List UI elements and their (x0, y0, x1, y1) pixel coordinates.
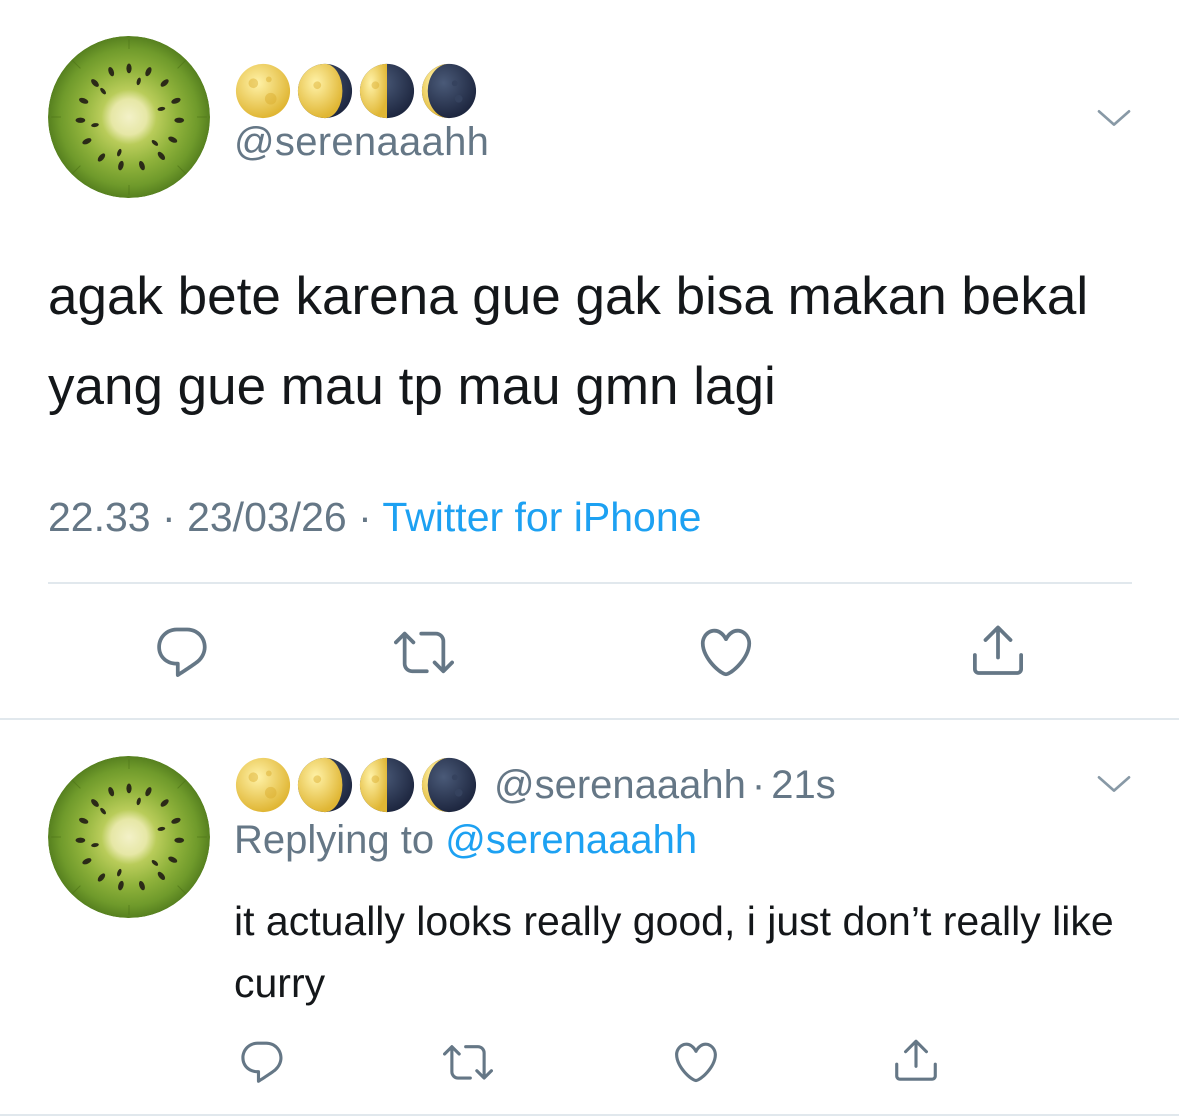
waning-gibbous-moon-icon (296, 62, 354, 120)
replying-to: Replying to @serenaaahh (234, 818, 697, 863)
reply-display-name[interactable] (234, 756, 478, 814)
tweet-text: agak bete karena gue gak bisa makan beka… (48, 267, 1089, 416)
avatar[interactable] (48, 36, 210, 198)
tweet-date[interactable]: 23/03/26 (187, 494, 347, 540)
meta-separator: · (162, 494, 176, 540)
reply-age[interactable]: 21s (771, 763, 836, 808)
reply-separator: · (751, 762, 766, 807)
user-handle[interactable]: @serenaaahh (234, 120, 489, 165)
waning-gibbous-moon-icon (296, 756, 354, 814)
share-icon (891, 1035, 941, 1085)
reply-retweet-button[interactable] (440, 1034, 496, 1090)
reply-icon (152, 622, 212, 682)
reply-icon (237, 1037, 287, 1087)
like-icon (696, 622, 756, 682)
last-quarter-moon-icon (358, 62, 416, 120)
waning-crescent-moon-icon (420, 62, 478, 120)
kiwi-avatar-image (48, 756, 210, 918)
reply-button[interactable] (150, 620, 214, 684)
full-moon-icon (234, 756, 292, 814)
retweet-icon (394, 622, 454, 682)
kiwi-avatar-image (48, 36, 210, 198)
bottom-divider (0, 1114, 1179, 1116)
tweet-menu-button[interactable] (1094, 98, 1134, 138)
reply-avatar[interactable] (48, 756, 210, 918)
like-button[interactable] (694, 620, 758, 684)
reply-reply-button[interactable] (234, 1034, 290, 1090)
reply-like-button[interactable] (668, 1034, 724, 1090)
reply-header: @serenaaahh · 21s (234, 756, 836, 814)
share-button[interactable] (966, 618, 1030, 682)
share-icon (968, 620, 1028, 680)
chevron-down-icon (1094, 98, 1134, 138)
waning-crescent-moon-icon (420, 756, 478, 814)
section-divider (0, 718, 1179, 720)
tweet-meta: 22.33 · 23/03/26 · Twitter for iPhone (48, 494, 701, 541)
reply-menu-button[interactable] (1094, 764, 1134, 804)
full-moon-icon (234, 62, 292, 120)
retweet-button[interactable] (392, 620, 456, 684)
meta-separator: · (358, 494, 372, 540)
replying-to-label: Replying to (234, 818, 435, 862)
tweet-time: 22.33 (48, 494, 151, 540)
replying-to-handle[interactable]: @serenaaahh (445, 818, 697, 862)
display-name[interactable] (234, 62, 478, 120)
reply-share-button[interactable] (888, 1032, 944, 1088)
reply-text: it actually looks really good, i just do… (234, 898, 1114, 1006)
reply-user-handle[interactable]: @serenaaahh (494, 763, 746, 808)
tweet-source[interactable]: Twitter for iPhone (382, 494, 701, 540)
chevron-down-icon (1094, 764, 1134, 804)
divider (48, 582, 1132, 584)
retweet-icon (443, 1037, 493, 1087)
like-icon (671, 1037, 721, 1087)
last-quarter-moon-icon (358, 756, 416, 814)
